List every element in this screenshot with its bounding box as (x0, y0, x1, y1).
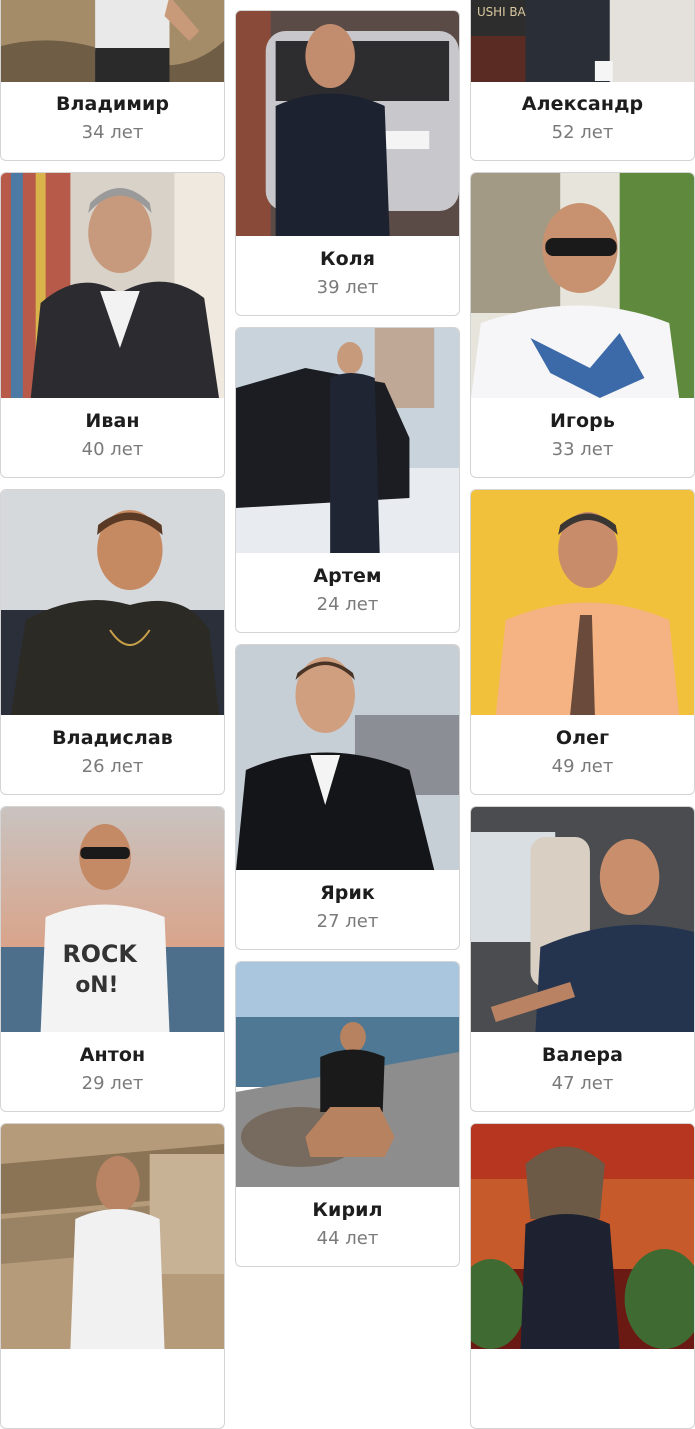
profile-card-partial-left[interactable] (0, 1123, 225, 1429)
profile-info (471, 1348, 694, 1428)
profile-card-igor[interactable]: Игорь 33 лет (470, 172, 695, 478)
profile-name: Валера (541, 1044, 624, 1066)
profile-age: 52 лет (551, 122, 614, 143)
profile-name: Владимир (55, 93, 170, 115)
svg-text:ROCK: ROCK (62, 940, 138, 968)
profile-info: Владимир 34 лет (1, 80, 224, 160)
profile-age: 33 лет (551, 439, 614, 460)
profile-info (1, 1348, 224, 1428)
profile-age: 39 лет (316, 277, 379, 298)
profile-info: Антон 29 лет (1, 1031, 224, 1111)
profile-info: Владислав 26 лет (1, 714, 224, 794)
profile-card-partial-right[interactable] (470, 1123, 695, 1429)
profile-photo[interactable] (236, 645, 459, 870)
profile-card-yarik[interactable]: Ярик 27 лет (235, 644, 460, 950)
profile-age: 47 лет (551, 1073, 614, 1094)
svg-text:USHI BAR: USHI BAR (477, 5, 534, 19)
profile-age: 44 лет (316, 1228, 379, 1249)
profile-card-vladislav[interactable]: Владислав 26 лет (0, 489, 225, 795)
profile-name: Артем (313, 565, 382, 587)
profile-photo[interactable]: ROCK oN! (1, 807, 224, 1032)
profile-photo[interactable] (1, 1124, 224, 1349)
profile-info: Иван 40 лет (1, 397, 224, 477)
profile-info: Артем 24 лет (236, 552, 459, 632)
profile-photo[interactable] (471, 490, 694, 715)
profile-info: Ярик 27 лет (236, 869, 459, 949)
profile-photo[interactable] (1, 490, 224, 715)
profile-name: Олег (555, 727, 610, 749)
profile-name: Антон (79, 1044, 146, 1066)
profile-name: Ярик (320, 882, 375, 904)
profile-name: Игорь (550, 410, 615, 432)
profile-age: 49 лет (551, 756, 614, 777)
profile-photo[interactable] (471, 807, 694, 1032)
profile-name: Иван (85, 410, 140, 432)
profile-photo[interactable]: USHI BAR (471, 0, 694, 82)
profile-card-oleg[interactable]: Олег 49 лет (470, 489, 695, 795)
profile-card-artem[interactable]: Артем 24 лет (235, 327, 460, 633)
profile-photo[interactable] (1, 0, 224, 82)
profile-info: Коля 39 лет (236, 235, 459, 315)
profile-photo[interactable] (471, 1124, 694, 1349)
profile-card-ivan[interactable]: Иван 40 лет (0, 172, 225, 478)
profile-card-kolya[interactable]: Коля 39 лет (235, 10, 460, 316)
profile-age: 34 лет (81, 122, 144, 143)
profile-photo[interactable] (471, 173, 694, 398)
profile-info: Александр 52 лет (471, 80, 694, 160)
profile-photo[interactable] (236, 11, 459, 236)
profile-card-kiril[interactable]: Кирил 44 лет (235, 961, 460, 1267)
profile-card-anton[interactable]: ROCK oN! Антон 29 лет (0, 806, 225, 1112)
svg-text:oN!: oN! (75, 973, 118, 998)
profile-age: 27 лет (316, 911, 379, 932)
profile-info: Кирил 44 лет (236, 1186, 459, 1266)
profile-name: Александр (521, 93, 644, 115)
profile-name: Кирил (312, 1199, 383, 1221)
profile-info: Валера 47 лет (471, 1031, 694, 1111)
profile-card-vladimir[interactable]: Владимир 34 лет (0, 0, 225, 161)
profile-name: Коля (319, 248, 376, 270)
profile-age: 24 лет (316, 594, 379, 615)
profile-name: Владислав (52, 727, 173, 749)
profile-info: Олег 49 лет (471, 714, 694, 794)
profile-photo[interactable] (1, 173, 224, 398)
profile-info: Игорь 33 лет (471, 397, 694, 477)
profile-card-aleksandr[interactable]: USHI BAR Александр 52 лет (470, 0, 695, 161)
profile-card-valera[interactable]: Валера 47 лет (470, 806, 695, 1112)
profile-age: 29 лет (81, 1073, 144, 1094)
profile-photo[interactable] (236, 962, 459, 1187)
profile-age: 40 лет (81, 439, 144, 460)
profile-photo[interactable] (236, 328, 459, 553)
profile-age: 26 лет (81, 756, 144, 777)
